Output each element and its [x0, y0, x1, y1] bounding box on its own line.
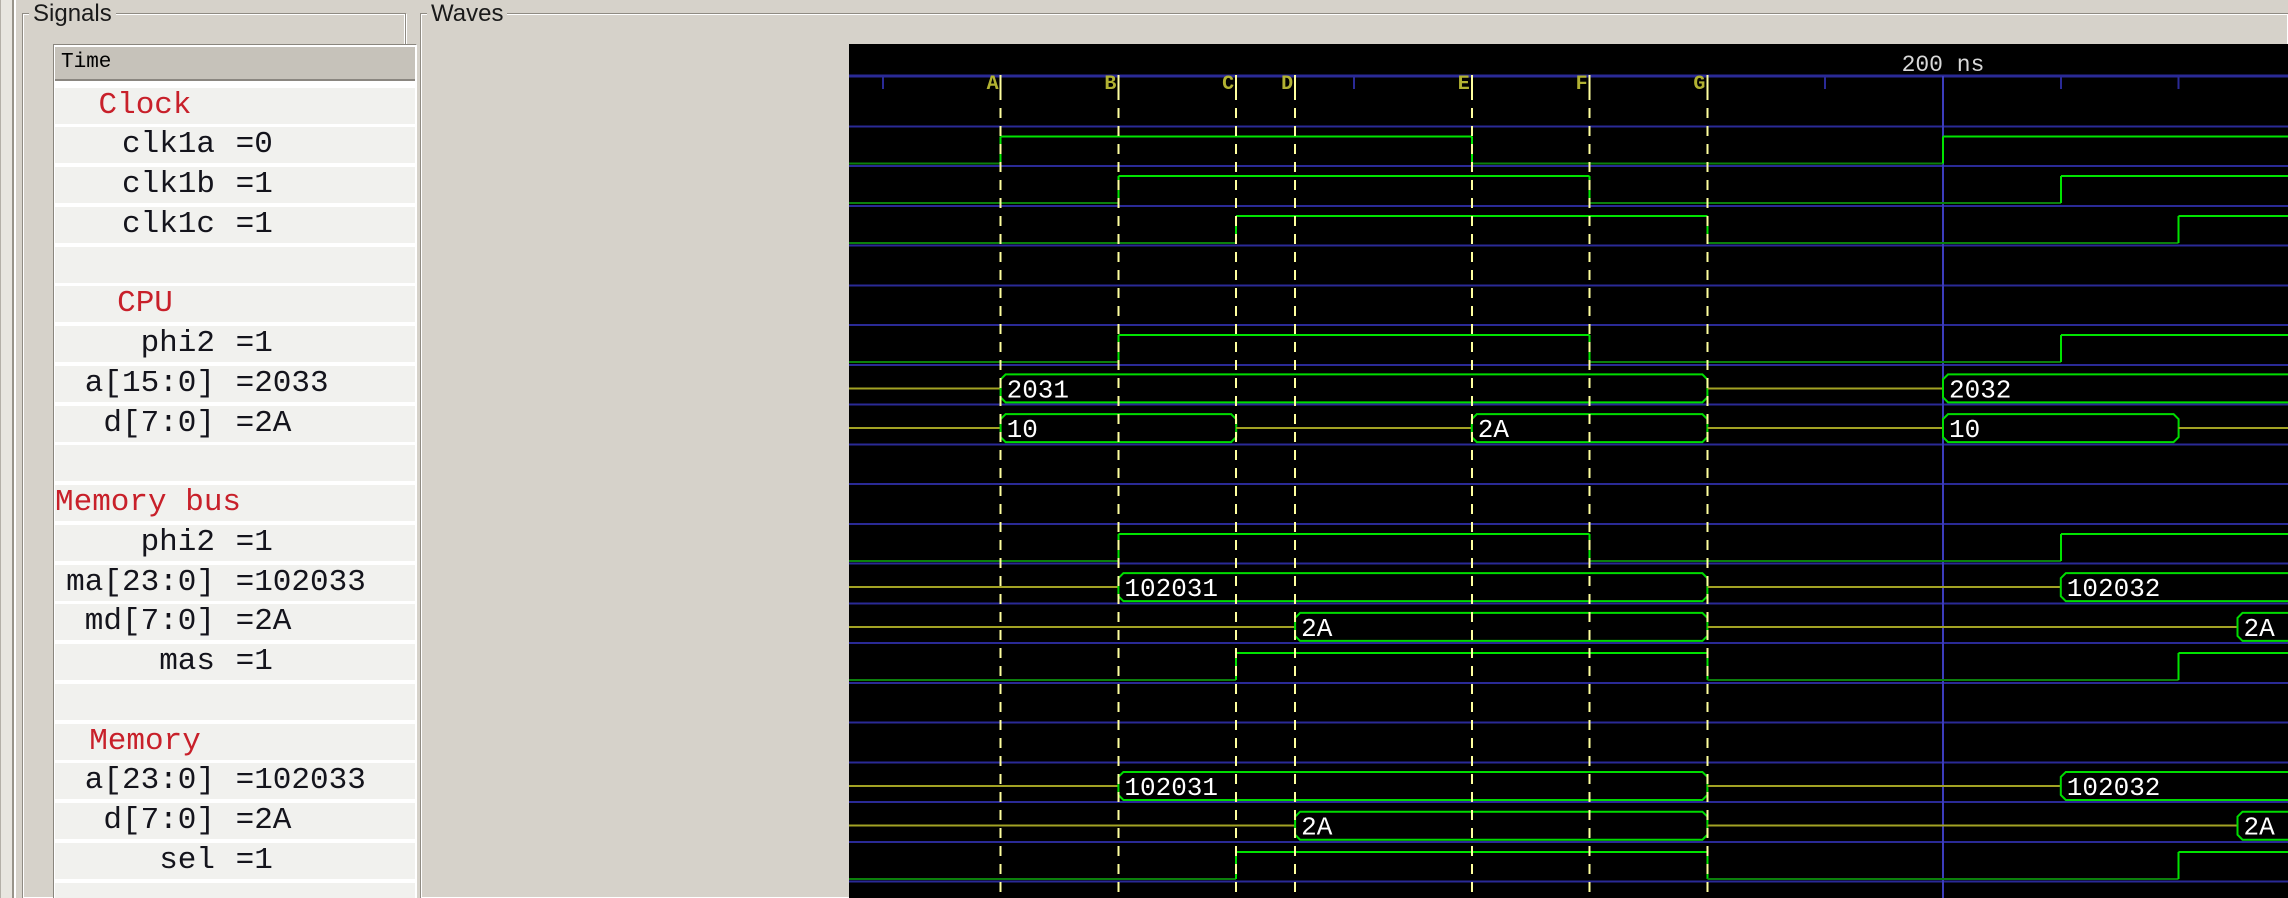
- timeline-label: 200 ns: [1902, 52, 1985, 78]
- signal-group-heading[interactable]: Memory bus: [55, 485, 415, 522]
- bus-value-label: 2031: [1007, 375, 1069, 405]
- signal-name: d[7:0]: [103, 803, 215, 839]
- signal-value: =1: [217, 167, 273, 203]
- blank-row: [55, 246, 415, 283]
- signals-panel: Signals Time Clock clk1a =0 clk1b =1 clk1c …: [22, 1, 417, 898]
- waves-panel-title: Waves: [427, 1, 508, 27]
- signal-name: d[7:0]: [103, 405, 215, 441]
- bus-value-label: 2032: [1949, 375, 2011, 405]
- bus-value-label: 2A: [1301, 813, 1333, 843]
- group-heading-label: CPU: [117, 286, 173, 322]
- signal-row[interactable]: md[7:0] =2A: [55, 604, 415, 641]
- bus-value-label: 2A: [1301, 614, 1333, 644]
- signal-row[interactable]: clk1a =0: [55, 127, 415, 164]
- group-heading-label: Memory: [89, 723, 201, 759]
- signal-name: phi2: [140, 524, 215, 560]
- signals-panel-title: Signals: [29, 1, 116, 27]
- bus-value-label: 2A: [2244, 813, 2276, 843]
- signal-group-heading[interactable]: CPU: [55, 286, 415, 323]
- bus-value-label: 102031: [1124, 574, 1218, 604]
- signal-value: =102033: [217, 763, 366, 799]
- signal-row[interactable]: clk1c =1: [55, 206, 415, 243]
- bus-value-box: [999, 373, 1709, 404]
- wave-canvas[interactable]: 200 ns 2031 2032 10 2A 10 2A 102031 102032 2A 2A 10…: [849, 44, 2288, 898]
- signal-value: =1: [217, 326, 273, 362]
- signal-value: =1: [217, 842, 273, 878]
- marker-letter: G: [1693, 73, 1705, 96]
- signal-name: a[15:0]: [84, 365, 215, 401]
- signal-value: =2033: [217, 365, 329, 401]
- signal-row[interactable]: phi2 =1: [55, 326, 415, 363]
- signal-name: a[23:0]: [84, 763, 215, 799]
- marker-letter: D: [1281, 73, 1293, 96]
- signal-row[interactable]: mas =1: [55, 644, 415, 681]
- marker-letter: E: [1458, 73, 1470, 96]
- signal-value: =2A: [217, 604, 292, 640]
- bus-value-label: 2A: [1478, 415, 1510, 445]
- signal-name: clk1c: [121, 206, 215, 242]
- marker-letter: B: [1104, 73, 1116, 96]
- signals-list: Time Clock clk1a =0 clk1b =1 clk1c =1 CPU phi…: [53, 44, 417, 898]
- waveform-viewer-window: Signals Time Clock clk1a =0 clk1b =1 clk1c …: [0, 0, 2288, 898]
- signal-name: ma[23:0]: [66, 564, 215, 600]
- signal-value: =2A: [217, 405, 292, 441]
- bus-value-box: [1294, 611, 1709, 642]
- blank-row: [55, 882, 415, 898]
- signal-row[interactable]: a[15:0] =2033: [55, 365, 415, 402]
- signal-name: phi2: [140, 326, 215, 362]
- bus-value-label: 10: [1007, 415, 1038, 445]
- signal-row[interactable]: phi2 =1: [55, 524, 415, 561]
- signal-group-heading[interactable]: Clock: [55, 87, 415, 124]
- time-column-header[interactable]: Time: [55, 47, 415, 81]
- signal-group-heading[interactable]: Memory: [55, 723, 415, 760]
- signal-name: mas: [159, 644, 215, 680]
- left-splitter-strip[interactable]: [0, 0, 18, 898]
- signal-row[interactable]: a[23:0] =102033: [55, 763, 415, 800]
- signal-row[interactable]: clk1b =1: [55, 167, 415, 204]
- waves-panel: Waves 200 ns 2031 2032 10 2A 10 2A 102031 102032…: [420, 1, 2288, 898]
- group-heading-label: Memory bus: [55, 485, 242, 521]
- waveform-svg[interactable]: 200 ns 2031 2032 10 2A 10 2A 102031 102032 2A 2A 10…: [849, 44, 2288, 898]
- bus-value-box: [1294, 810, 1709, 841]
- signal-row[interactable]: ma[23:0] =102033: [55, 564, 415, 601]
- signal-name: clk1b: [121, 167, 215, 203]
- marker-letter: C: [1222, 73, 1234, 96]
- signal-name: clk1a: [121, 127, 215, 163]
- blank-row: [55, 683, 415, 720]
- signal-value: =102033: [217, 564, 366, 600]
- marker-letter: A: [987, 73, 999, 96]
- signal-row[interactable]: d[7:0] =2A: [55, 405, 415, 442]
- signal-name: sel: [159, 842, 215, 878]
- signal-value: =1: [217, 644, 273, 680]
- signal-row[interactable]: sel =1: [55, 842, 415, 879]
- signal-row[interactable]: d[7:0] =2A: [55, 803, 415, 840]
- group-heading-label: Clock: [98, 87, 192, 123]
- bus-value-label: 2A: [2244, 614, 2276, 644]
- signal-value: =1: [217, 524, 273, 560]
- signal-value: =1: [217, 206, 273, 242]
- blank-row: [55, 445, 415, 482]
- bus-value-label: 10: [1949, 415, 1980, 445]
- signal-name: md[7:0]: [84, 604, 215, 640]
- bus-value-label: 102031: [1124, 773, 1218, 803]
- signal-value: =0: [217, 127, 273, 163]
- bus-value-label: 102032: [2067, 773, 2161, 803]
- bus-value-label: 102032: [2067, 574, 2161, 604]
- marker-letter: F: [1576, 73, 1588, 96]
- signal-value: =2A: [217, 803, 292, 839]
